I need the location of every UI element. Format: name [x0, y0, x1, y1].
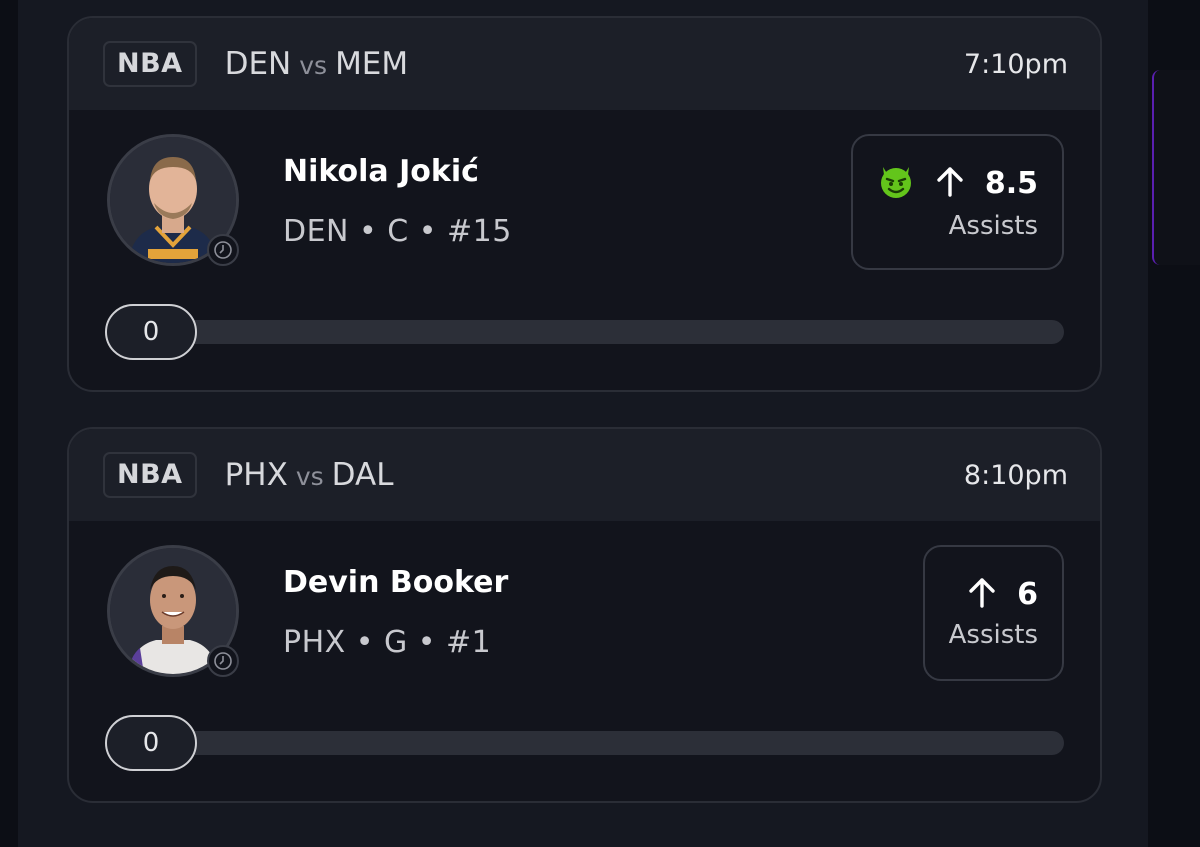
arrow-up-icon [967, 576, 997, 612]
clock-icon [207, 234, 239, 266]
vs-label: vs [299, 51, 328, 80]
matchup: DEN vs MEM [225, 46, 409, 82]
page: NBA DEN vs MEM 7:10pm Nikola Jokić DEN •… [0, 0, 1200, 847]
progress-row: 0 [105, 715, 1064, 771]
card-header: NBA PHX vs DAL 8:10pm [69, 429, 1100, 521]
vs-label: vs [295, 462, 324, 491]
game-time: 8:10pm [963, 459, 1068, 491]
side-panel-edge[interactable] [1152, 70, 1200, 265]
pick-stat-type: Assists [948, 620, 1038, 650]
pick-line-value: 6 [1017, 576, 1038, 612]
pick-card[interactable]: NBA PHX vs DAL 8:10pm Devin Booker PHX •… [67, 427, 1102, 803]
pick-line-box[interactable]: 8.5 Assists [850, 134, 1064, 270]
demon-icon [877, 163, 915, 203]
card-header: NBA DEN vs MEM 7:10pm [69, 18, 1100, 110]
player-name: Devin Booker [283, 565, 509, 600]
game-time: 7:10pm [963, 48, 1068, 80]
player-name: Nikola Jokić [283, 154, 479, 189]
progress-track [135, 320, 1064, 344]
away-team: MEM [335, 46, 409, 82]
progress-value: 0 [105, 304, 197, 360]
player-avatar-wrap[interactable] [107, 545, 243, 681]
card-body: Nikola Jokić DEN • C • #15 8.5 Assists 0 [69, 110, 1100, 390]
pick-line-row: 6 [967, 576, 1038, 612]
player-meta: DEN • C • #15 [283, 214, 512, 249]
away-team: DAL [331, 457, 394, 493]
progress-track [135, 731, 1064, 755]
arrow-up-icon [935, 165, 965, 201]
home-team: PHX [224, 457, 288, 493]
progress-value: 0 [105, 715, 197, 771]
home-team: DEN [224, 46, 292, 82]
pick-line-box[interactable]: 6 Assists [922, 545, 1064, 681]
pick-line-row: 8.5 [877, 163, 1038, 203]
card-body: Devin Booker PHX • G • #1 6 Assists 0 [69, 521, 1100, 801]
player-meta: PHX • G • #1 [283, 625, 492, 660]
clock-icon [207, 645, 239, 677]
progress-row: 0 [105, 304, 1064, 360]
matchup: PHX vs DAL [225, 457, 394, 493]
league-badge: NBA [103, 41, 197, 87]
pick-stat-type: Assists [948, 211, 1038, 241]
pick-line-value: 8.5 [984, 165, 1038, 201]
league-badge: NBA [103, 452, 197, 498]
player-avatar-wrap[interactable] [107, 134, 243, 270]
pick-card[interactable]: NBA DEN vs MEM 7:10pm Nikola Jokić DEN •… [67, 16, 1102, 392]
